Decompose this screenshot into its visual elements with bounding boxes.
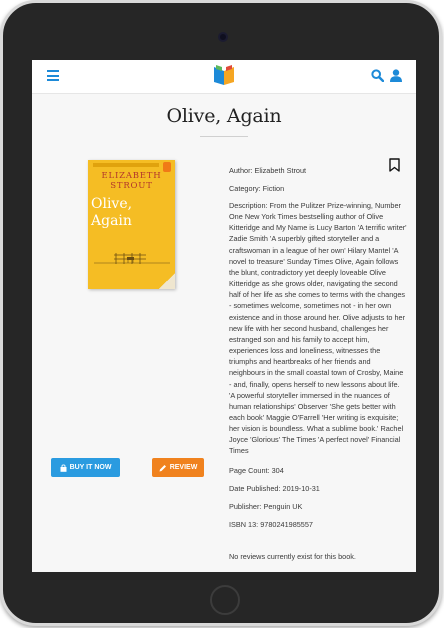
- date-published: Date Published: 2019-10-31: [229, 484, 320, 493]
- title-divider: [200, 136, 248, 137]
- book-category: Category: Fiction: [229, 184, 285, 193]
- review-button[interactable]: REVIEW: [152, 458, 204, 477]
- user-icon[interactable]: [390, 69, 402, 82]
- book-description: Description: From the Pulitzer Prize-win…: [229, 201, 407, 456]
- cover-title-line2: Again: [91, 212, 132, 229]
- no-reviews-message: No reviews currently exist for this book…: [229, 552, 356, 561]
- search-icon[interactable]: [371, 69, 384, 82]
- top-navbar: [32, 60, 416, 94]
- pencil-icon: [159, 464, 166, 471]
- cover-fence-illustration: [94, 253, 170, 264]
- book-cover[interactable]: ELIZABETH STROUT Olive, Again: [88, 160, 175, 289]
- cover-title: Olive, Again: [91, 196, 132, 230]
- open-book-logo-icon[interactable]: [212, 65, 236, 85]
- book-author: Author: Elizabeth Strout: [229, 166, 307, 175]
- cover-title-line1: Olive,: [91, 196, 133, 212]
- review-label: REVIEW: [169, 464, 198, 471]
- penguin-logo-icon: [163, 162, 171, 172]
- shopping-bag-icon: [60, 464, 67, 472]
- cover-top-band: [93, 163, 159, 167]
- isbn: ISBN 13: 9780241985557: [229, 520, 313, 529]
- publisher: Publisher: Penguin UK: [229, 502, 303, 511]
- cover-author-line2: STROUT: [110, 180, 153, 191]
- hamburger-menu-icon[interactable]: [47, 70, 59, 84]
- home-button[interactable]: [210, 585, 240, 615]
- buy-it-now-button[interactable]: BUY IT NOW: [51, 458, 120, 477]
- page-title: Olive, Again: [166, 105, 282, 127]
- app-screen: Olive, Again ELIZABETH STROUT Olive, Aga…: [32, 60, 416, 572]
- tablet-frame: Olive, Again ELIZABETH STROUT Olive, Aga…: [0, 0, 442, 626]
- buy-it-now-label: BUY IT NOW: [69, 464, 112, 471]
- camera-icon: [218, 32, 228, 42]
- page-count: Page Count: 304: [229, 466, 284, 475]
- cover-page-curl: [159, 273, 175, 289]
- cover-author: ELIZABETH STROUT: [88, 171, 175, 192]
